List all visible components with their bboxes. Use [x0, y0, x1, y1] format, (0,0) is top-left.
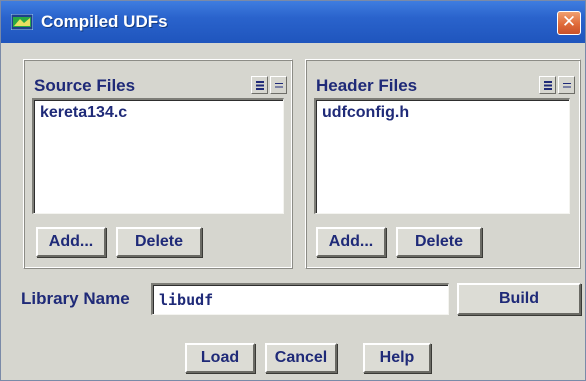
header-files-panel: Header Files udfconfig.h Add... Delete: [305, 59, 581, 269]
header-delete-button[interactable]: Delete: [396, 227, 482, 257]
load-button[interactable]: Load: [185, 343, 255, 373]
source-files-list[interactable]: kereta134.c: [32, 98, 284, 214]
header-files-title: Header Files: [316, 76, 418, 95]
deselect-all-icon: [563, 83, 571, 88]
close-icon: ✕: [561, 12, 577, 32]
header-select-all-button[interactable]: [539, 76, 556, 94]
compiled-udfs-dialog: Compiled UDFs ✕ Source Files kereta134.c…: [0, 0, 586, 381]
list-item[interactable]: kereta134.c: [40, 104, 127, 122]
header-add-button[interactable]: Add...: [316, 227, 386, 257]
list-item[interactable]: udfconfig.h: [322, 104, 409, 122]
source-add-button[interactable]: Add...: [36, 227, 106, 257]
source-files-title: Source Files: [34, 76, 136, 95]
source-deselect-all-button[interactable]: [270, 76, 287, 94]
window-title: Compiled UDFs: [41, 12, 168, 31]
source-files-panel: Source Files kereta134.c Add... Delete: [23, 59, 293, 269]
library-name-input[interactable]: [151, 283, 449, 315]
source-select-all-button[interactable]: [251, 76, 268, 94]
select-all-icon: [544, 81, 552, 90]
select-all-icon: [256, 81, 264, 90]
library-name-label: Library Name: [21, 289, 130, 308]
header-files-list[interactable]: udfconfig.h: [314, 98, 570, 214]
close-button[interactable]: ✕: [557, 11, 581, 35]
source-delete-button[interactable]: Delete: [116, 227, 202, 257]
header-deselect-all-button[interactable]: [558, 76, 575, 94]
fluent-app-icon: [10, 13, 34, 31]
help-button[interactable]: Help: [363, 343, 431, 373]
title-bar[interactable]: Compiled UDFs ✕: [1, 1, 585, 43]
build-button[interactable]: Build: [457, 283, 581, 315]
cancel-button[interactable]: Cancel: [265, 343, 337, 373]
deselect-all-icon: [275, 83, 283, 88]
